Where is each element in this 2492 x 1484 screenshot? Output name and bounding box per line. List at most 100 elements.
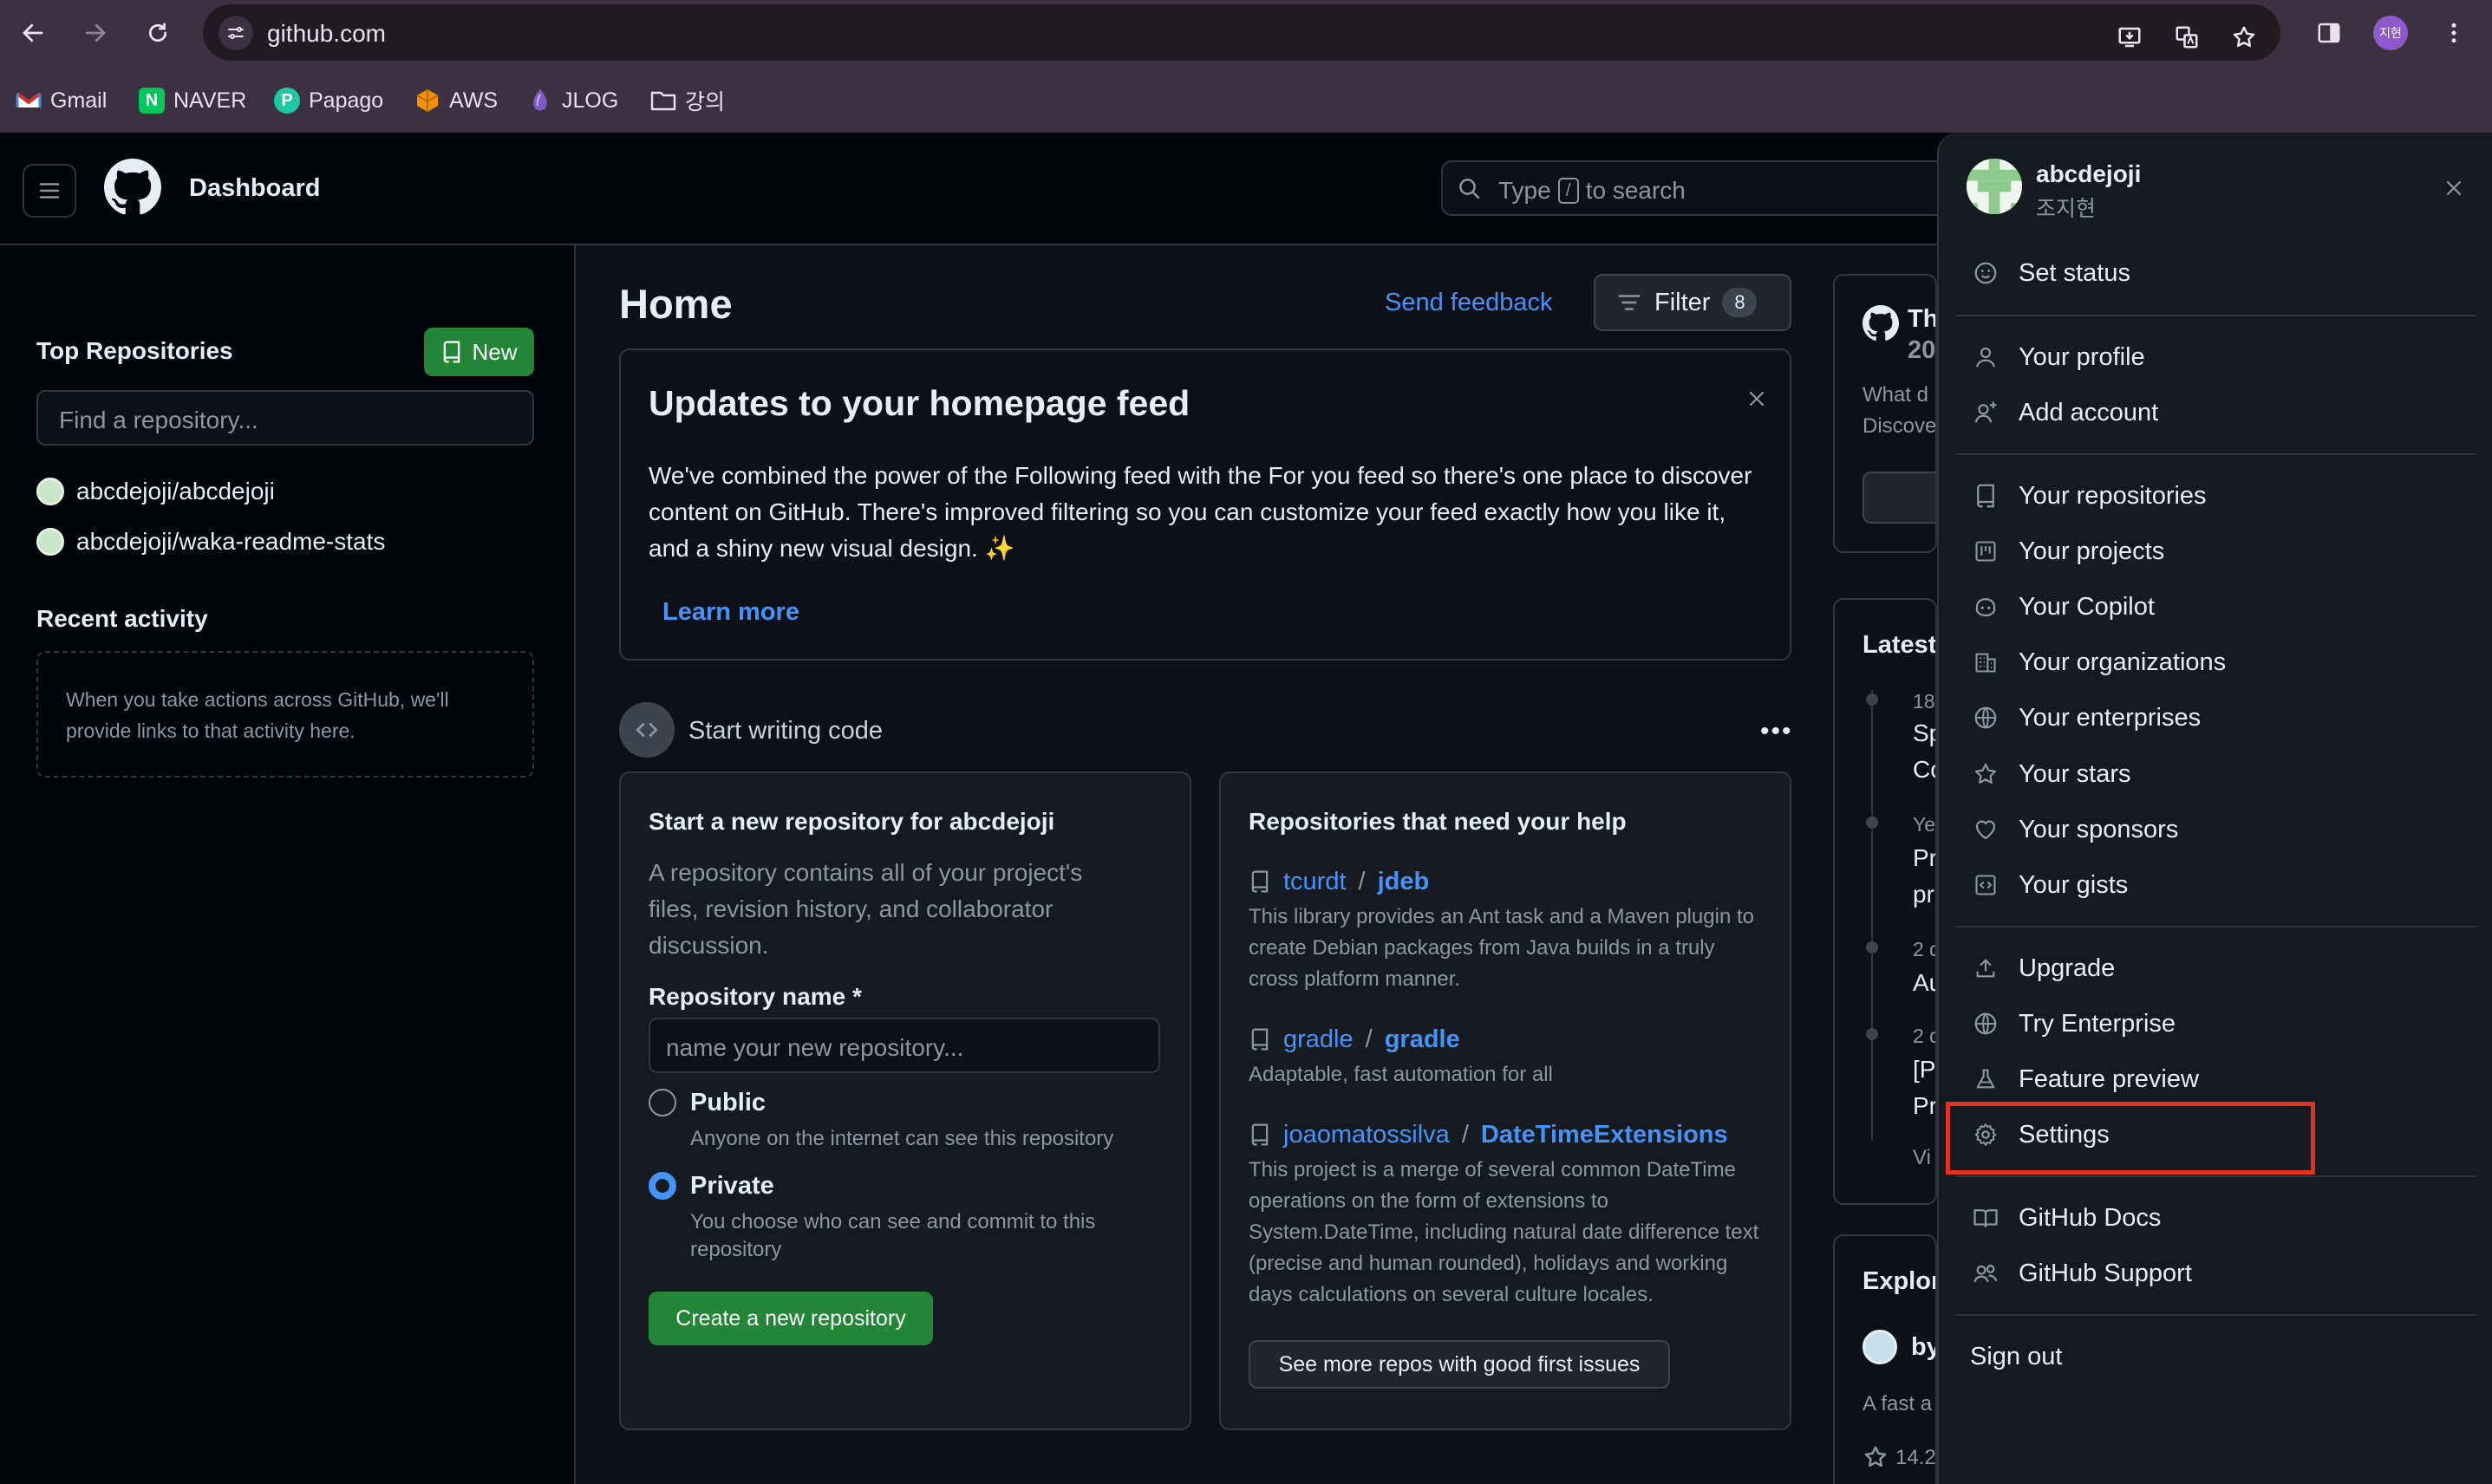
dismiss-updates-button[interactable] <box>1739 381 1774 416</box>
bookmark-jlog[interactable]: JLOG <box>527 85 618 116</box>
find-repository-input[interactable]: Find a repository... <box>36 390 534 446</box>
latest-item-link[interactable]: pr <box>1913 881 1934 908</box>
latest-item-link[interactable]: Pr <box>1913 844 1935 872</box>
github-logo-icon[interactable] <box>104 159 161 216</box>
filter-button[interactable]: Filter 8 <box>1594 274 1791 331</box>
private-radio[interactable] <box>649 1172 676 1200</box>
menu-item-your-gists[interactable]: Your gists <box>1956 860 2476 910</box>
menu-item-label: Add account <box>2019 398 2159 426</box>
menu-divider <box>1956 315 2476 316</box>
path-separator: / <box>1358 867 1366 895</box>
latest-date: 18 <box>1913 690 1935 713</box>
repo-owner-link[interactable]: gradle <box>1283 1025 1354 1054</box>
bookmarks-bar: Gmail N NAVER P Papago AWS JLOG 강의 <box>0 78 2492 123</box>
see-more-repos-button[interactable]: See more repos with good first issues <box>1249 1340 1670 1389</box>
site-info-button[interactable] <box>219 16 253 50</box>
repo-icon <box>1970 480 2001 511</box>
side-panel-button[interactable] <box>2312 16 2346 50</box>
create-repository-button[interactable]: Create a new repository <box>649 1292 933 1345</box>
latest-item-link[interactable]: Au <box>1913 969 1935 997</box>
menu-item-your-copilot[interactable]: Your Copilot <box>1956 582 2476 632</box>
organization-icon <box>1970 647 2001 678</box>
repo-name-link[interactable]: jdeb <box>1378 868 1430 896</box>
install-app-button[interactable] <box>2112 20 2147 55</box>
repo-name-link[interactable]: gradle <box>1385 1025 1460 1054</box>
bookmark-folder[interactable]: 강의 <box>650 85 725 116</box>
menu-divider <box>1956 926 2476 928</box>
repo-link[interactable]: abcdejoji/waka-readme-stats <box>36 524 385 559</box>
people-icon <box>1970 1258 2001 1289</box>
repo-link[interactable]: abcdejoji/abcdejoji <box>36 474 275 509</box>
latest-item-link[interactable]: Pr <box>1913 1092 1935 1120</box>
repo-description: This library provides an Ant task and a … <box>1249 905 1754 991</box>
page-title[interactable]: Dashboard <box>189 174 320 203</box>
menu-item-upgrade[interactable]: Upgrade <box>1956 943 2476 993</box>
explore-repo-link[interactable]: by <box>1911 1333 1935 1362</box>
globe-icon <box>1970 702 2001 733</box>
new-repository-button[interactable]: New <box>424 328 534 376</box>
private-label[interactable]: Private <box>690 1172 774 1201</box>
repository-name-input[interactable]: name your new repository... <box>649 1018 1160 1073</box>
recent-activity-empty-text: When you take actions across GitHub, we'… <box>66 688 449 742</box>
latest-item-link[interactable]: Sp <box>1913 719 1935 747</box>
settings-highlight-box <box>1946 1102 2315 1175</box>
bookmark-naver[interactable]: N NAVER <box>139 85 246 116</box>
papago-icon: P <box>274 88 300 114</box>
latest-item-link[interactable]: [P <box>1913 1056 1935 1084</box>
search-input[interactable]: Type / to search <box>1441 160 1961 216</box>
menu-item-add-account[interactable]: Add account <box>1956 387 2476 438</box>
forward-button[interactable] <box>78 16 113 50</box>
upload-icon <box>1970 953 2001 984</box>
bookmark-papago[interactable]: P Papago <box>274 85 383 116</box>
menu-item-try-enterprise[interactable]: Try Enterprise <box>1956 999 2476 1049</box>
latest-item-link[interactable]: Co <box>1913 756 1935 784</box>
menu-item-your-profile[interactable]: Your profile <box>1956 332 2476 382</box>
changelog-button[interactable] <box>1862 472 1935 524</box>
arrow-left-icon <box>23 23 43 42</box>
find-repository-placeholder: Find a repository... <box>59 407 258 433</box>
private-description: You choose who can see and commit to thi… <box>690 1210 1096 1261</box>
home-heading: Home <box>619 281 733 327</box>
menu-item-your-sponsors[interactable]: Your sponsors <box>1956 804 2476 855</box>
reload-button[interactable] <box>140 16 175 50</box>
menu-item-feature-preview[interactable]: Feature preview <box>1956 1054 2476 1104</box>
url-text[interactable]: github.com <box>267 20 386 48</box>
menu-username: abcdejoji <box>2036 160 2142 187</box>
search-hint-text: Type <box>1498 177 1551 204</box>
view-changelog-link[interactable]: Vi <box>1913 1146 1931 1170</box>
browser-profile-avatar[interactable]: 지현 <box>2373 16 2408 50</box>
repo-owner-link[interactable]: tcurdt <box>1283 868 1347 896</box>
more-options-button[interactable]: ••• <box>1760 717 1793 746</box>
bookmark-gmail[interactable]: Gmail <box>16 85 107 116</box>
repo-icon <box>444 341 460 363</box>
menu-item-your-organizations[interactable]: Your organizations <box>1956 637 2476 687</box>
menu-item-set-status[interactable]: Set status <box>1956 248 2476 298</box>
bookmark-aws[interactable]: AWS <box>414 85 498 116</box>
repo-link-label: abcdejoji/waka-readme-stats <box>76 528 386 555</box>
search-hint-text: to search <box>1585 177 1686 204</box>
browser-menu-button[interactable] <box>2437 16 2471 50</box>
menu-item-your-repositories[interactable]: Your repositories <box>1956 471 2476 521</box>
learn-more-link[interactable]: Learn more <box>662 598 799 627</box>
public-radio[interactable] <box>649 1089 676 1116</box>
repo-description: Adaptable, fast automation for all <box>1249 1063 1553 1086</box>
menu-item-github-support[interactable]: GitHub Support <box>1956 1248 2476 1298</box>
repo-owner-link[interactable]: joaomatossilva <box>1283 1121 1450 1149</box>
timeline-dot <box>1866 941 1878 954</box>
repo-name-link[interactable]: DateTimeExtensions <box>1481 1121 1728 1149</box>
back-button[interactable] <box>16 16 50 50</box>
bookmark-star-button[interactable] <box>2227 20 2261 55</box>
menu-item-label: Your repositories <box>2019 481 2207 510</box>
menu-item-your-projects[interactable]: Your projects <box>1956 526 2476 576</box>
menu-item-your-enterprises[interactable]: Your enterprises <box>1956 693 2476 743</box>
close-menu-button[interactable] <box>2437 171 2471 205</box>
global-nav-button[interactable] <box>23 164 76 218</box>
send-feedback-link[interactable]: Send feedback <box>1385 289 1552 317</box>
menu-item-github-docs[interactable]: GitHub Docs <box>1956 1193 2476 1243</box>
translate-button[interactable] <box>2169 20 2204 55</box>
public-label[interactable]: Public <box>690 1089 766 1117</box>
explore-title: Explor <box>1862 1267 1937 1295</box>
menu-item-sign-out[interactable]: Sign out <box>1956 1331 2476 1382</box>
address-bar[interactable]: github.com <box>203 4 2280 61</box>
menu-item-your-stars[interactable]: Your stars <box>1956 749 2476 799</box>
